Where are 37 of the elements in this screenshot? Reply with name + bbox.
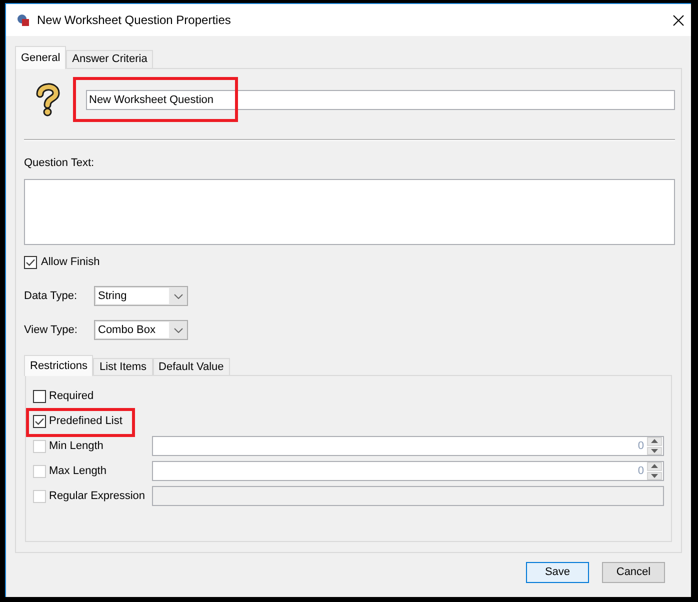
checkbox-label: Predefined List	[49, 414, 122, 429]
field-value: 0	[638, 464, 645, 479]
up-triangle-icon	[651, 464, 658, 468]
checkbox-label: Max Length	[49, 464, 106, 479]
name-field[interactable]: New Worksheet Question	[86, 90, 675, 110]
cancel-button[interactable]: Cancel	[602, 562, 665, 583]
checkbox-label: Required	[49, 388, 94, 404]
question-mark-icon	[35, 83, 60, 117]
chevron-down-icon	[174, 328, 182, 332]
tab[interactable]: List Items	[93, 358, 153, 375]
field-label: Data Type:	[24, 288, 78, 304]
field-value: 0	[638, 438, 645, 454]
check-icon	[26, 258, 35, 266]
close-icon	[672, 14, 684, 26]
checkbox[interactable]	[24, 256, 37, 268]
up-triangle-icon	[651, 439, 658, 444]
dropdown[interactable]: String	[94, 286, 188, 306]
tab[interactable]: Answer Criteria	[66, 50, 154, 68]
dropdown[interactable]: Combo Box	[94, 320, 188, 340]
checkbox-label: Min Length	[49, 438, 104, 454]
app-icon	[17, 14, 29, 26]
question-text-field[interactable]	[24, 179, 675, 245]
window-title: New Worksheet Question Properties	[37, 12, 231, 29]
tab[interactable]: General	[15, 46, 66, 69]
check-icon	[35, 418, 44, 424]
tab[interactable]: Restrictions	[24, 355, 94, 376]
down-triangle-icon	[651, 448, 658, 453]
checkbox[interactable]	[33, 414, 46, 428]
checkbox-label: Allow Finish	[41, 254, 100, 270]
question-text-label: Question Text:	[24, 156, 94, 171]
tab[interactable]: Default Value	[152, 358, 230, 375]
chevron-down-icon	[174, 294, 182, 298]
checkbox-label: Regular Expression	[49, 488, 145, 504]
down-triangle-icon	[651, 474, 658, 478]
field-label: View Type:	[24, 322, 78, 338]
checkbox[interactable]	[33, 390, 46, 402]
save-button[interactable]: Save	[526, 562, 589, 583]
